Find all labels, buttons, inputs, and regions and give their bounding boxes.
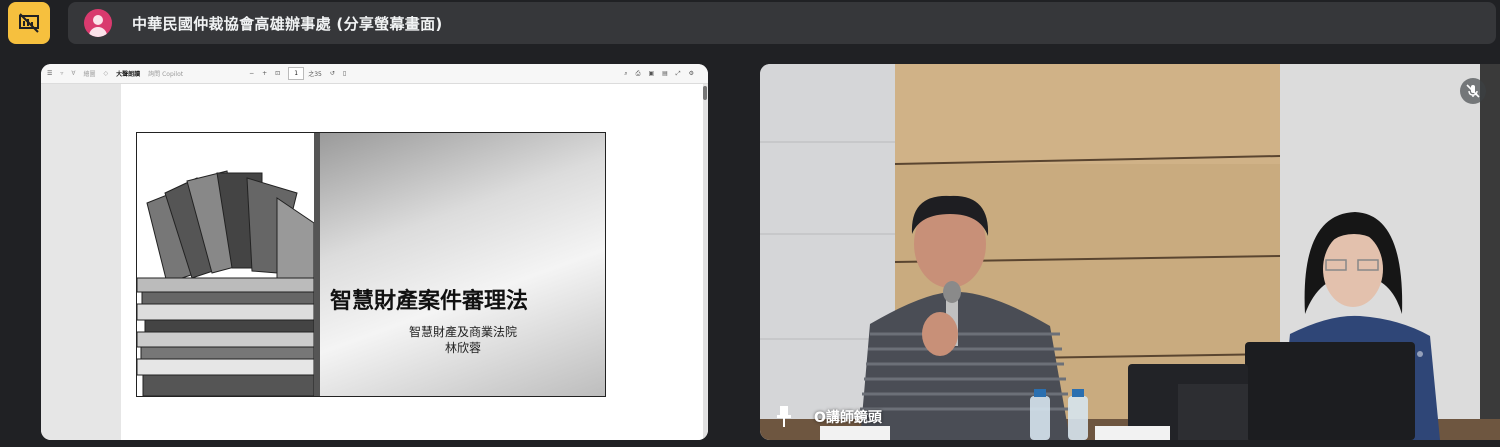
read-aloud-button[interactable]: 大聲朗讀 bbox=[116, 69, 140, 78]
rotate-icon[interactable]: ↺ bbox=[330, 70, 335, 77]
highlight-icon[interactable]: ▿ bbox=[60, 70, 63, 77]
settings-gear-icon[interactable]: ⚙ bbox=[689, 70, 694, 77]
presentation-slide: 智慧財產案件審理法 智慧財產及商業法院 林欣蓉 bbox=[136, 132, 606, 397]
pdf-left-gutter bbox=[41, 84, 121, 440]
no-present-icon bbox=[19, 13, 39, 33]
camera-video-feed bbox=[760, 64, 1500, 440]
search-icon[interactable]: ⌕ bbox=[624, 70, 627, 78]
page-number-input[interactable]: 1 bbox=[288, 67, 305, 80]
pdf-toolbar: ☰ ▿ ∀ 繪圖 ◇ 大聲朗讀 詢問 Copilot − + ⊡ 1 之35 ↺… bbox=[41, 64, 708, 84]
zoom-in-icon[interactable]: + bbox=[262, 70, 267, 77]
presenter-title-bar: 中華民國仲裁協會高雄辦事處 (分享螢幕畫面) bbox=[68, 2, 1496, 44]
save-icon[interactable]: ▣ bbox=[648, 70, 654, 77]
camera-video-tile[interactable]: O講師鏡頭 bbox=[760, 64, 1500, 440]
save-as-icon[interactable]: ▤ bbox=[662, 70, 668, 77]
ask-copilot-button[interactable]: 詢問 Copilot bbox=[148, 69, 183, 78]
meeting-title: 中華民國仲裁協會高雄辦事處 (分享螢幕畫面) bbox=[132, 14, 443, 33]
slide-subtitle-author: 林欣蓉 bbox=[444, 341, 481, 355]
contents-icon[interactable]: ☰ bbox=[47, 70, 52, 77]
presentation-toggle-button[interactable] bbox=[8, 2, 50, 44]
slide-title-panel: 智慧財產案件審理法 智慧財產及商業法院 林欣蓉 bbox=[320, 133, 605, 396]
person-avatar-icon bbox=[84, 9, 112, 37]
draw-icon[interactable]: ∀ bbox=[71, 70, 75, 77]
slide-title: 智慧財產案件審理法 bbox=[330, 289, 529, 314]
participant-name-label: O講師鏡頭 bbox=[814, 410, 882, 426]
draw-button[interactable]: 繪圖 bbox=[84, 69, 96, 78]
slide-subtitle: 智慧財產及商業法院 林欣蓉 bbox=[398, 324, 528, 356]
print-icon[interactable]: ⎙ bbox=[636, 70, 641, 78]
fit-page-icon[interactable]: ⊡ bbox=[275, 70, 280, 77]
mic-off-icon bbox=[1466, 84, 1480, 98]
pin-icon[interactable] bbox=[774, 404, 794, 428]
eraser-icon[interactable]: ◇ bbox=[104, 70, 109, 77]
zoom-out-icon[interactable]: − bbox=[249, 70, 254, 77]
page-total: 之35 bbox=[308, 71, 322, 78]
slide-subtitle-court: 智慧財產及商業法院 bbox=[408, 325, 517, 339]
pdf-scrollbar[interactable] bbox=[703, 86, 707, 438]
books-illustration bbox=[137, 133, 314, 396]
fullscreen-icon[interactable]: ⤢ bbox=[676, 70, 681, 78]
mic-muted-indicator[interactable] bbox=[1460, 78, 1486, 104]
page-view-icon[interactable]: ▯ bbox=[343, 70, 346, 77]
